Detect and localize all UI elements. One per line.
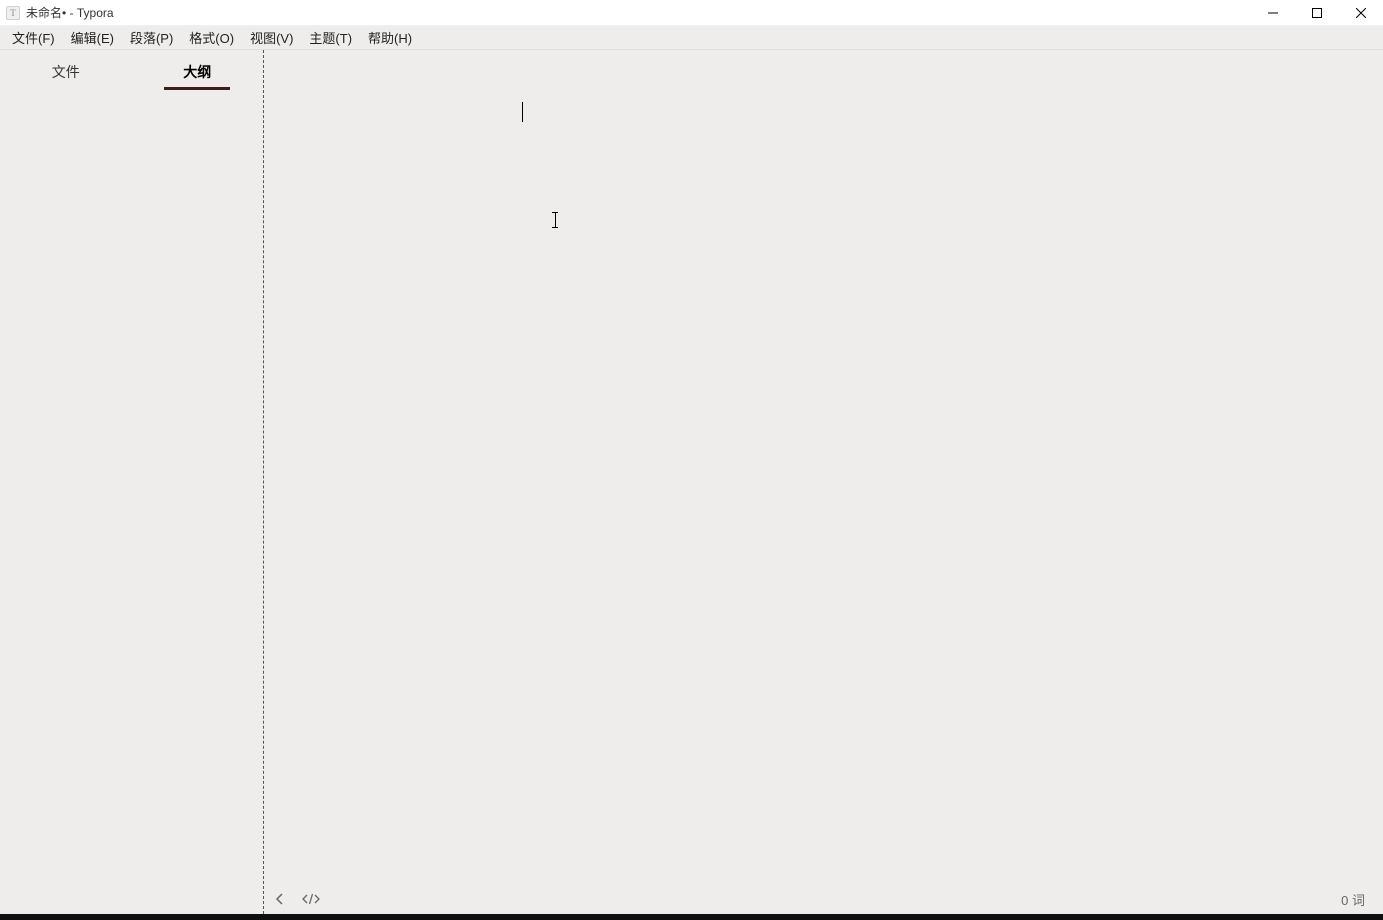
minimize-icon (1268, 8, 1278, 18)
minimize-button[interactable] (1251, 0, 1295, 25)
window-controls (1251, 0, 1383, 25)
back-button[interactable] (274, 893, 286, 905)
menu-paragraph[interactable]: 段落(P) (122, 26, 181, 49)
menu-format[interactable]: 格式(O) (181, 26, 242, 49)
sidebar-tabs: 文件 大纲 (0, 50, 263, 90)
status-left (274, 893, 320, 905)
menu-edit[interactable]: 编辑(E) (63, 26, 122, 49)
menu-theme[interactable]: 主题(T) (301, 26, 360, 49)
menu-help[interactable]: 帮助(H) (360, 26, 420, 49)
text-caret (522, 102, 523, 122)
code-icon (302, 893, 320, 905)
maximize-icon (1312, 8, 1322, 18)
editor-area[interactable] (264, 50, 1383, 884)
close-icon (1356, 8, 1366, 18)
sidebar-tab-outline[interactable]: 大纲 (132, 62, 264, 90)
menu-bar: 文件(F) 编辑(E) 段落(P) 格式(O) 视图(V) 主题(T) 帮助(H… (0, 26, 1383, 50)
ibeam-cursor-icon (550, 210, 560, 230)
editor-wrap: 0 词 (264, 50, 1383, 914)
source-mode-button[interactable] (302, 893, 320, 905)
word-count[interactable]: 0 词 (1341, 890, 1365, 909)
status-bar: 0 词 (264, 884, 1383, 914)
sidebar-tab-files[interactable]: 文件 (0, 62, 132, 90)
app-icon: T (6, 6, 20, 20)
title-bar-left: T 未命名• - Typora (6, 4, 114, 21)
sidebar: 文件 大纲 (0, 50, 264, 914)
app-body: 文件 大纲 (0, 50, 1383, 914)
title-bar: T 未命名• - Typora (0, 0, 1383, 26)
maximize-button[interactable] (1295, 0, 1339, 25)
sidebar-outline-content (0, 90, 263, 914)
chevron-left-icon (274, 893, 286, 905)
close-button[interactable] (1339, 0, 1383, 25)
menu-view[interactable]: 视图(V) (242, 26, 301, 49)
os-taskbar (0, 914, 1383, 920)
window-title: 未命名• - Typora (26, 4, 114, 21)
menu-file[interactable]: 文件(F) (4, 26, 63, 49)
